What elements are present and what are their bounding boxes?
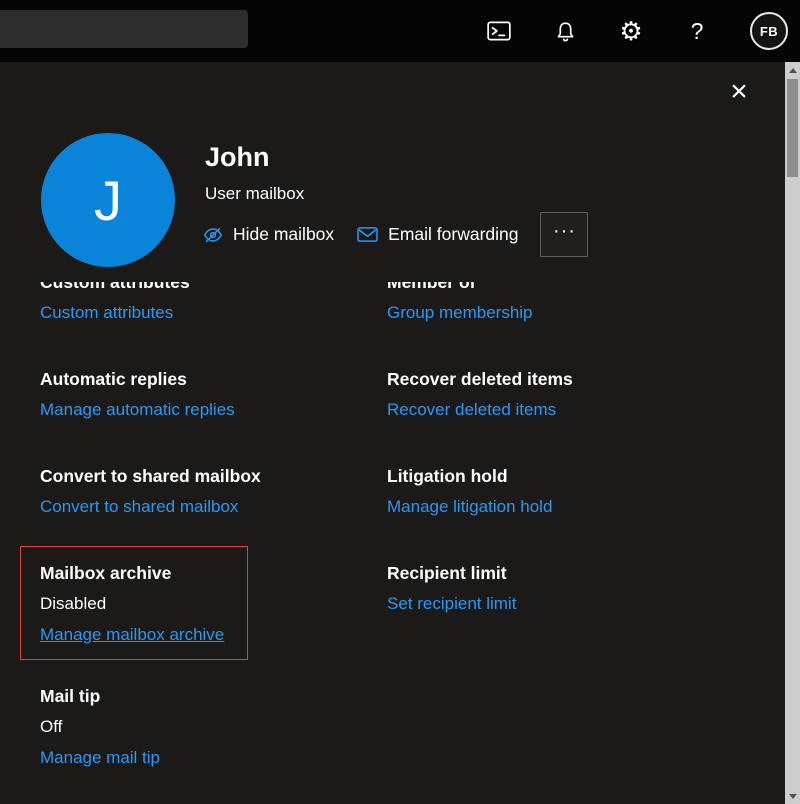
details-scroll-area: Custom attributes Custom attributes Auto… — [0, 282, 785, 804]
topbar-icons: ⚙ ? FB — [486, 0, 788, 62]
up-triangle-icon — [789, 68, 797, 73]
section-recover-deleted-items: Recover deleted items Recover deleted it… — [387, 367, 785, 422]
group-membership-link[interactable]: Group membership — [387, 301, 533, 325]
convert-to-shared-mailbox-link[interactable]: Convert to shared mailbox — [40, 495, 238, 519]
manage-litigation-hold-link[interactable]: Manage litigation hold — [387, 495, 552, 519]
section-title: Litigation hold — [387, 464, 785, 488]
scrollbar-thumb[interactable] — [787, 79, 798, 177]
manage-automatic-replies-link[interactable]: Manage automatic replies — [40, 398, 235, 422]
section-title: Recipient limit — [387, 561, 785, 585]
mailbox-name: John — [205, 142, 270, 173]
mailbox-archive-status: Disabled — [40, 592, 229, 616]
section-mail-tip: Mail tip Off Manage mail tip — [40, 684, 387, 770]
section-title: Mailbox archive — [40, 561, 229, 585]
hide-mailbox-label: Hide mailbox — [233, 224, 334, 245]
more-actions-button[interactable]: ··· — [540, 212, 588, 257]
recover-deleted-items-link[interactable]: Recover deleted items — [387, 398, 556, 422]
mailbox-details-panel: × J John User mailbox Hide mailbox — [0, 62, 785, 804]
vertical-scrollbar[interactable] — [785, 62, 800, 804]
section-title: Recover deleted items — [387, 367, 785, 391]
section-recipient-limit: Recipient limit Set recipient limit — [387, 561, 785, 616]
terminal-icon[interactable] — [486, 18, 512, 44]
set-recipient-limit-link[interactable]: Set recipient limit — [387, 592, 516, 616]
section-title: Automatic replies — [40, 367, 387, 391]
scrollbar-up-arrow[interactable] — [785, 62, 800, 78]
email-forwarding-button[interactable]: Email forwarding — [356, 218, 518, 251]
section-automatic-replies: Automatic replies Manage automatic repli… — [40, 367, 387, 422]
screen: ⚙ ? FB × J John User mailbox Hide mailbo… — [0, 0, 800, 804]
manage-mailbox-archive-link[interactable]: Manage mailbox archive — [40, 623, 224, 647]
section-litigation-hold: Litigation hold Manage litigation hold — [387, 464, 785, 519]
sections-grid: Custom attributes Custom attributes Auto… — [0, 282, 785, 804]
search-box[interactable] — [0, 10, 248, 48]
topbar: ⚙ ? FB — [0, 0, 800, 62]
account-avatar[interactable]: FB — [750, 12, 788, 50]
email-forwarding-icon — [356, 225, 379, 244]
section-title: Custom attributes — [40, 282, 387, 294]
email-forwarding-label: Email forwarding — [388, 224, 518, 245]
close-icon[interactable]: × — [723, 76, 755, 108]
hide-mailbox-button[interactable]: Hide mailbox — [202, 218, 334, 252]
section-convert-to-shared-mailbox: Convert to shared mailbox Convert to sha… — [40, 464, 387, 519]
section-member-of: Member of Group membership — [387, 282, 785, 325]
mailbox-avatar: J — [41, 133, 175, 267]
bell-icon[interactable] — [552, 18, 578, 44]
mail-tip-status: Off — [40, 715, 387, 739]
custom-attributes-link[interactable]: Custom attributes — [40, 301, 173, 325]
help-icon[interactable]: ? — [684, 18, 710, 44]
section-custom-attributes: Custom attributes Custom attributes — [40, 282, 387, 325]
down-triangle-icon — [789, 794, 797, 799]
section-mailbox-archive-highlight-box: Mailbox archive Disabled Manage mailbox … — [20, 546, 248, 660]
section-title: Member of — [387, 282, 785, 294]
section-title: Mail tip — [40, 684, 387, 708]
mailbox-type-label: User mailbox — [205, 184, 304, 204]
gear-icon[interactable]: ⚙ — [618, 18, 644, 44]
sections-left-column: Custom attributes Custom attributes Auto… — [40, 282, 387, 804]
profile-actions: Hide mailbox Email forwarding ··· — [202, 212, 588, 257]
hide-mailbox-icon — [202, 224, 224, 246]
sections-right-column: Member of Group membership Recover delet… — [387, 282, 785, 804]
scrollbar-down-arrow[interactable] — [785, 788, 800, 804]
section-title: Convert to shared mailbox — [40, 464, 387, 488]
manage-mail-tip-link[interactable]: Manage mail tip — [40, 746, 160, 770]
